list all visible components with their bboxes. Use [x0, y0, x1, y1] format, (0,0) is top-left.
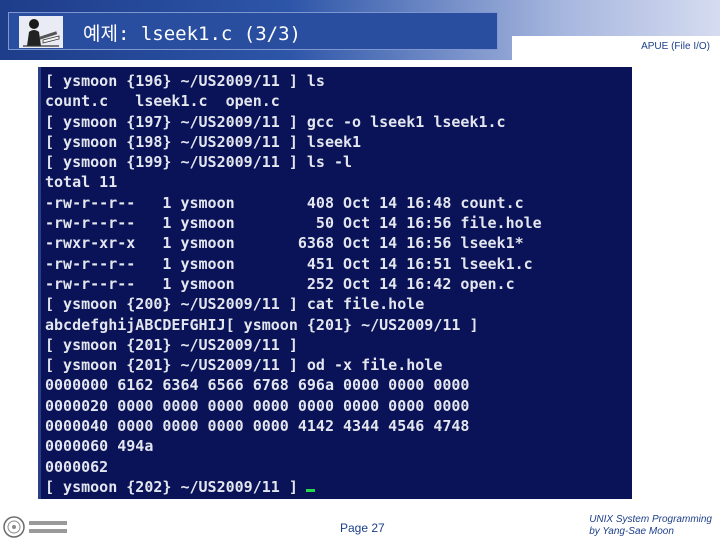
terminal-line: [ ysmoon {196} ~/US2009/11 ] ls	[45, 72, 325, 90]
terminal-line: [ ysmoon {202} ~/US2009/11 ]	[45, 477, 298, 496]
subject-box: APUE (File I/O)	[512, 36, 720, 60]
terminal-output: [ ysmoon {196} ~/US2009/11 ] ls count.c …	[41, 67, 632, 497]
terminal-line: 0000040 0000 0000 0000 0000 4142 4344 45…	[45, 417, 470, 436]
terminal-line: [ ysmoon {197} ~/US2009/11 ] gcc -o lsee…	[45, 112, 506, 131]
terminal-line: -rw-r--r-- 1 ysmoon 451 Oct 14 16:51 lse…	[45, 254, 533, 273]
university-seal-icon	[3, 516, 67, 538]
terminal-line: 0000020 0000 0000 0000 0000 0000 0000 00…	[45, 396, 470, 415]
slide-subject: APUE (File I/O)	[641, 41, 710, 52]
terminal-line: [ ysmoon {201} ~/US2009/11 ]	[45, 335, 298, 354]
terminal-line: 0000000 6162 6364 6566 6768 696a 0000 00…	[45, 376, 470, 395]
terminal-line: count.c lseek1.c open.c	[45, 92, 280, 111]
terminal-line: -rwxr-xr-x 1 ysmoon 6368 Oct 14 16:56 ls…	[45, 234, 524, 253]
terminal-screenshot: [ ysmoon {196} ~/US2009/11 ] ls count.c …	[38, 67, 632, 499]
terminal-line: [ ysmoon {198} ~/US2009/11 ] lseek1	[45, 132, 362, 151]
terminal-line: -rw-r--r-- 1 ysmoon 408 Oct 14 16:48 cou…	[45, 193, 524, 212]
terminal-line: abcdefghijABCDEFGHIJ[ ysmoon {201} ~/US2…	[45, 315, 479, 334]
terminal-line: 0000062	[45, 457, 109, 476]
footer-course-info: UNIX System Programming by Yang-Sae Moon	[589, 514, 712, 538]
reading-person-logo-icon	[19, 16, 63, 48]
slide-title: 예제: lseek1.c (3/3)	[83, 23, 301, 45]
page-number: Page 27	[340, 521, 385, 535]
course-title: UNIX System Programming	[589, 514, 712, 525]
terminal-line: [ ysmoon {200} ~/US2009/11 ] cat file.ho…	[45, 295, 425, 314]
terminal-line: [ ysmoon {201} ~/US2009/11 ] od -x file.…	[45, 356, 443, 375]
terminal-line: -rw-r--r-- 1 ysmoon 252 Oct 14 16:42 ope…	[45, 274, 515, 293]
terminal-line: 0000060 494a	[45, 437, 154, 456]
course-author: by Yang-Sae Moon	[589, 526, 674, 537]
terminal-line: -rw-r--r-- 1 ysmoon 50 Oct 14 16:56 file…	[45, 214, 542, 233]
terminal-line: total 11	[45, 173, 118, 192]
terminal-cursor	[305, 488, 315, 492]
title-box: 예제: lseek1.c (3/3)	[8, 12, 498, 50]
terminal-line: [ ysmoon {199} ~/US2009/11 ] ls -l	[45, 153, 353, 172]
